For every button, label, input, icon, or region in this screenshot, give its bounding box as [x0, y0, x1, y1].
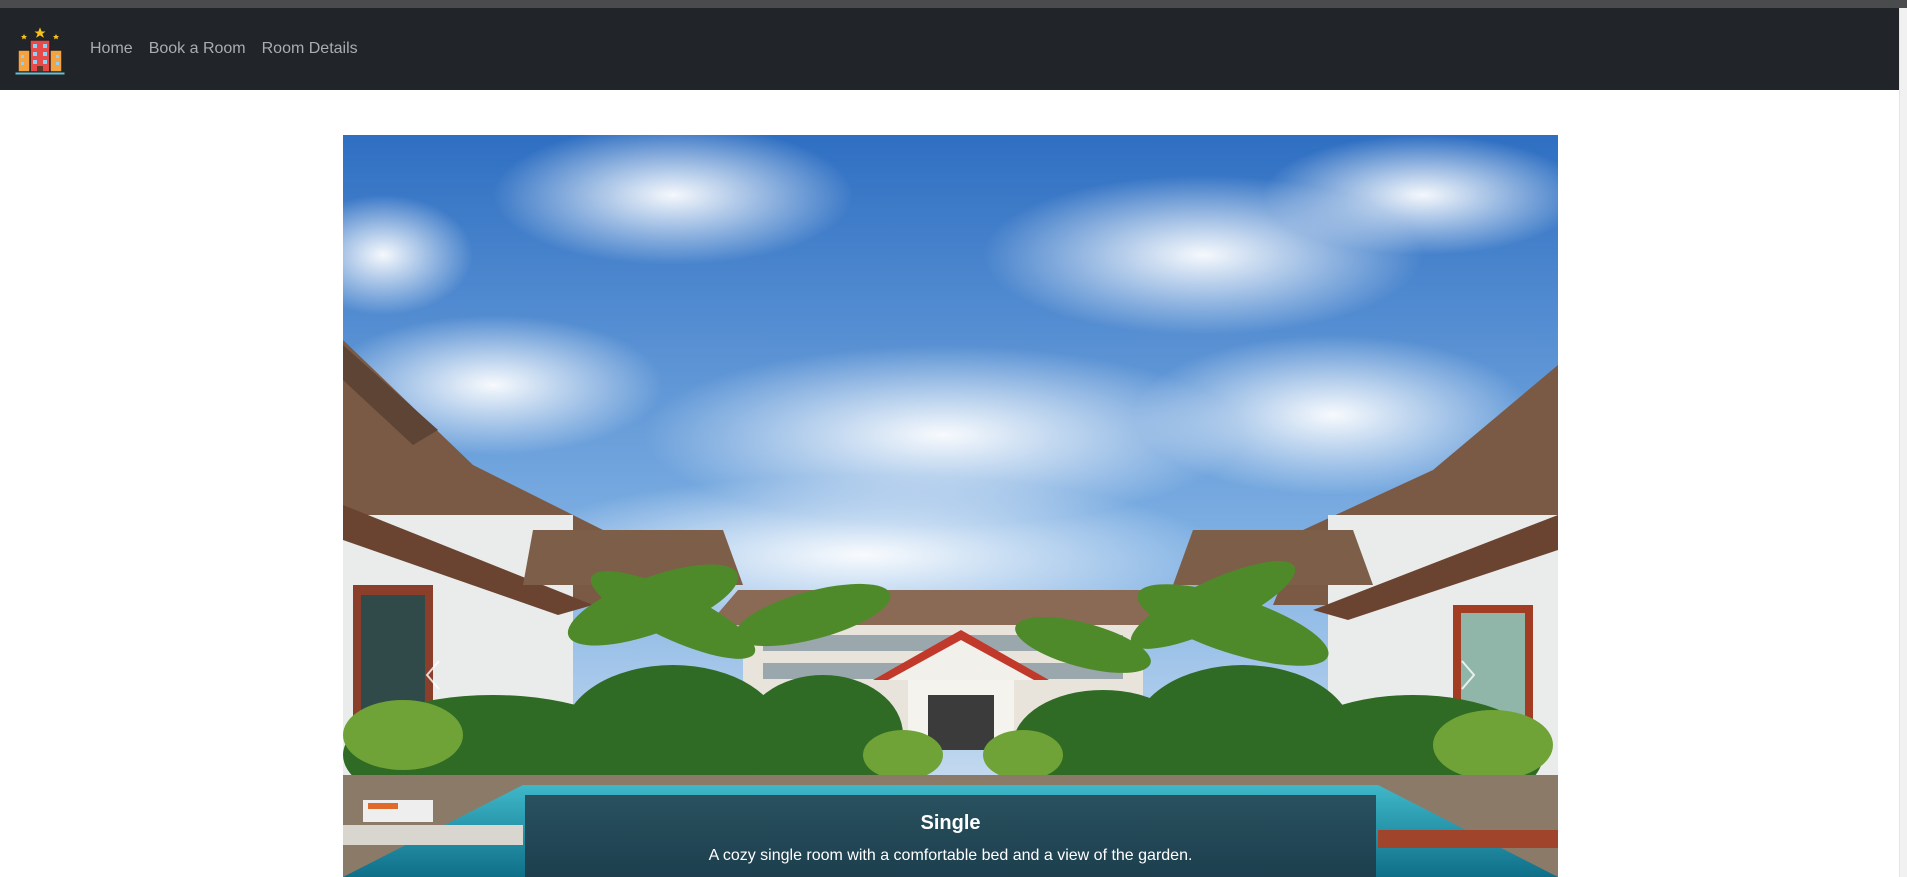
- carousel-slide-image: [343, 135, 1558, 877]
- carousel-next-control[interactable]: [1438, 635, 1498, 715]
- nav-link-book-a-room[interactable]: Book a Room: [149, 40, 246, 58]
- chevron-right-icon: [1461, 660, 1476, 690]
- browser-top-strip: [0, 0, 1907, 8]
- page-scrollbar[interactable]: [1899, 8, 1907, 877]
- room-carousel: Single A cozy single room with a comfort…: [343, 135, 1558, 877]
- nav-links: Home Book a Room Room Details: [90, 8, 358, 90]
- slide-title: Single: [920, 812, 981, 834]
- carousel-caption: Single A cozy single room with a comfort…: [525, 795, 1376, 877]
- hotel-building-icon[interactable]: [12, 22, 68, 78]
- carousel-prev-control[interactable]: [403, 635, 463, 715]
- nav-link-room-details[interactable]: Room Details: [262, 40, 358, 58]
- slide-description: A cozy single room with a comfortable be…: [708, 847, 1193, 864]
- chevron-left-icon: [425, 660, 440, 690]
- navbar: Home Book a Room Room Details: [0, 8, 1907, 90]
- nav-link-home[interactable]: Home: [90, 40, 133, 58]
